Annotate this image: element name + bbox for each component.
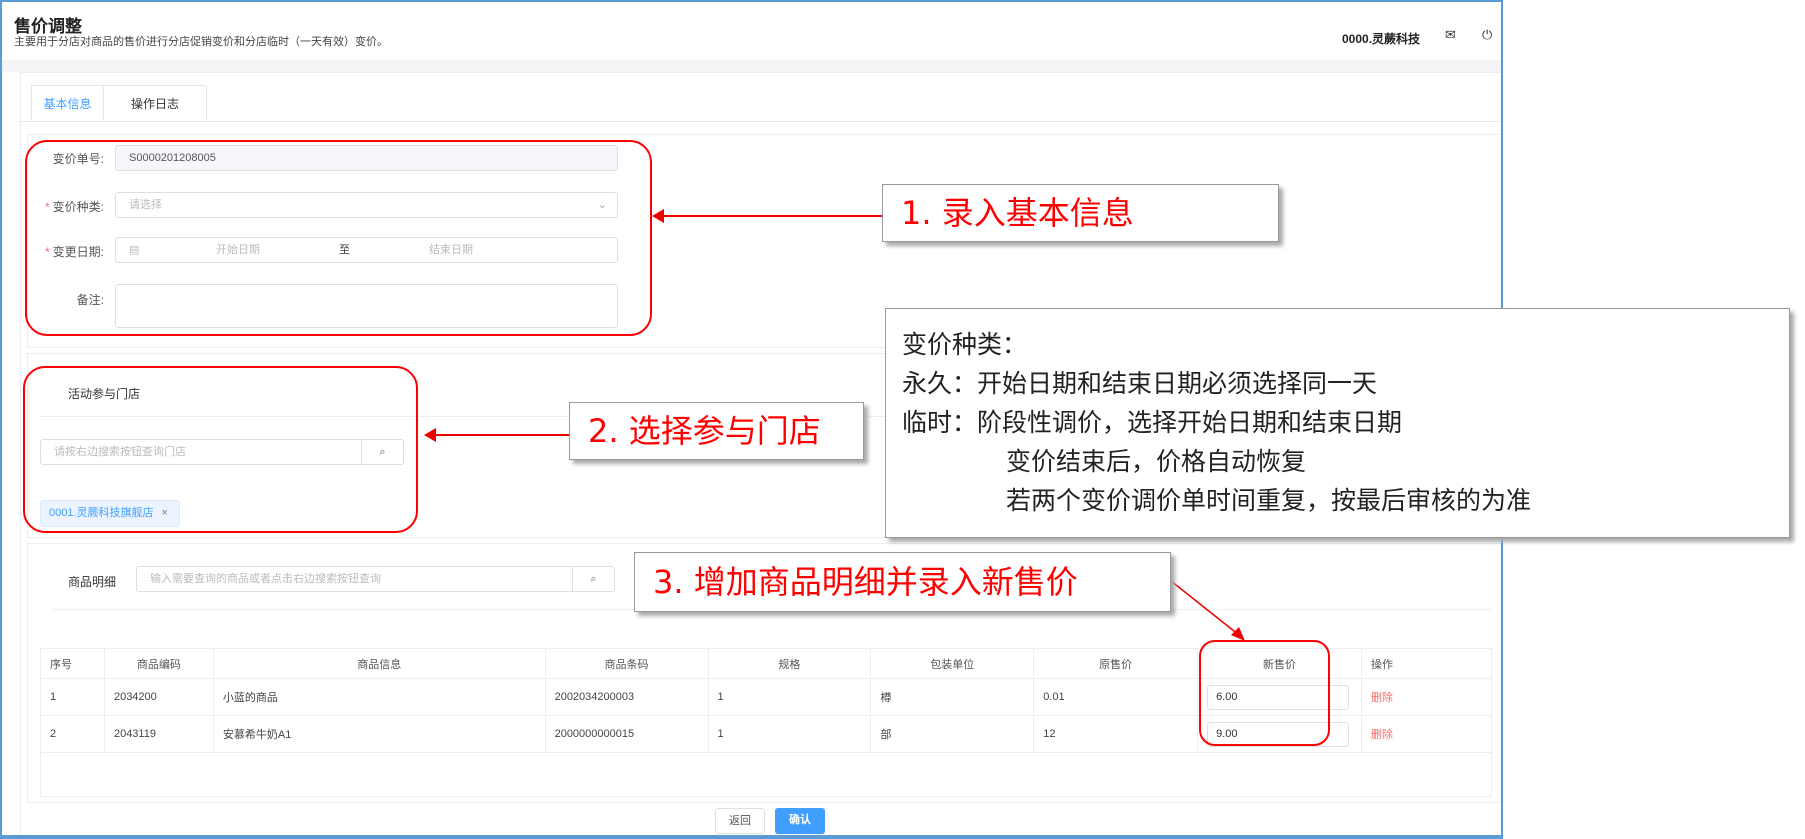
header-divider — [2, 60, 1501, 72]
col-info: 商品信息 — [212, 648, 546, 679]
delete-link[interactable]: 删除 — [1361, 715, 1492, 753]
arrow-to-new-price — [1170, 580, 1245, 641]
cell-code: 2043119 — [103, 715, 214, 753]
highlight-new-price — [1199, 640, 1330, 746]
cell-barcode: 2000000000015 — [544, 715, 709, 753]
mail-icon[interactable]: ✉ — [1445, 27, 1456, 43]
confirm-button[interactable]: 确认 — [775, 808, 825, 834]
col-action: 操作 — [1361, 648, 1492, 679]
cell-old-price: 0.01 — [1033, 678, 1199, 716]
note-line: 变价种类： — [902, 330, 1028, 359]
product-search-input[interactable]: 输入需要查询的商品或者点击右边搜索按钮查询 ⌕ — [136, 566, 615, 592]
arrow-head-icon — [652, 209, 664, 223]
step2-callout: 2. 选择参与门店 — [569, 402, 864, 460]
col-barcode: 商品条码 — [544, 648, 709, 679]
arrow-line — [432, 434, 569, 436]
cell-code: 2034200 — [103, 678, 214, 716]
col-code: 商品编码 — [103, 648, 214, 679]
back-button[interactable]: 返回 — [715, 808, 765, 834]
tab-divider — [20, 121, 1501, 122]
note-line: 永久：开始日期和结束日期必须选择同一天 — [902, 369, 1378, 398]
cell-no: 2 — [40, 715, 105, 753]
step1-callout: 1. 录入基本信息 — [882, 184, 1279, 242]
col-old-price: 原售价 — [1033, 648, 1199, 679]
note-line: 若两个变价调价单时间重复，按最后审核的为准 — [1006, 486, 1532, 515]
search-icon[interactable]: ⌕ — [572, 567, 614, 591]
cell-old-price: 12 — [1033, 715, 1199, 753]
note-line: 临时：阶段性调价，选择开始日期和结束日期 — [902, 408, 1403, 437]
tab-operation-log[interactable]: 操作日志 — [103, 85, 207, 122]
arrow-head-icon — [424, 428, 436, 442]
cell-spec: 1 — [707, 678, 872, 716]
arrow-line — [660, 215, 882, 217]
cell-info: 安慕希牛奶A1 — [212, 715, 546, 753]
cell-no: 1 — [40, 678, 105, 716]
step3-callout: 3. 增加商品明细并录入新售价 — [634, 552, 1171, 612]
type-note-box: 变价种类： 永久：开始日期和结束日期必须选择同一天 临时：阶段性调价，选择开始日… — [885, 308, 1790, 538]
highlight-basic-info — [25, 140, 652, 336]
cell-unit: 樽 — [870, 678, 1035, 716]
cell-unit: 部 — [870, 715, 1035, 753]
delete-link[interactable]: 删除 — [1361, 678, 1492, 716]
page-subtitle: 主要用于分店对商品的售价进行分店促销变价和分店临时（一天有效）变价。 — [14, 36, 388, 48]
table-empty-area — [40, 753, 1492, 797]
user-name[interactable]: 0000.灵蕨科技 — [1342, 30, 1420, 47]
tab-basic-info[interactable]: 基本信息 — [31, 85, 104, 122]
cell-spec: 1 — [707, 715, 872, 753]
col-no: 序号 — [40, 648, 105, 679]
power-icon[interactable]: ⏻ — [1482, 27, 1492, 43]
highlight-stores — [23, 366, 418, 533]
cell-barcode: 2002034200003 — [544, 678, 709, 716]
col-unit: 包装单位 — [870, 648, 1035, 679]
col-spec: 规格 — [707, 648, 872, 679]
cell-info: 小蓝的商品 — [212, 678, 546, 716]
products-label: 商品明细 — [68, 575, 117, 589]
note-line: 变价结束后，价格自动恢复 — [1006, 447, 1307, 476]
